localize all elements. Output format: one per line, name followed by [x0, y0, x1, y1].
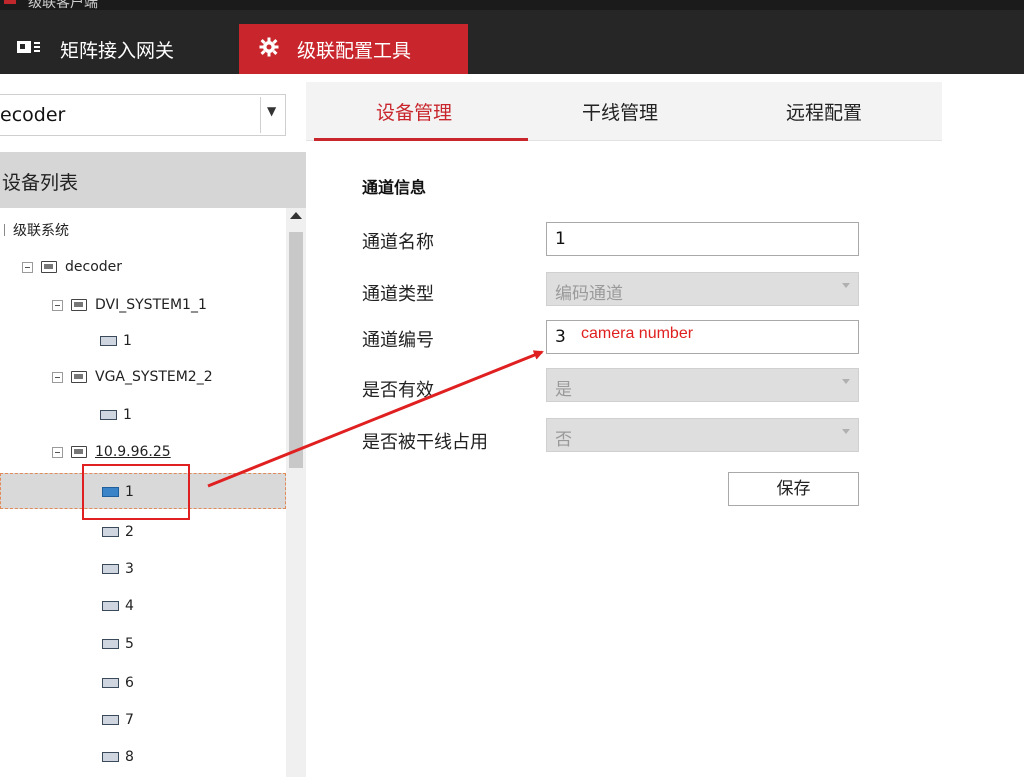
device-list-title: 设备列表: [2, 172, 79, 194]
tree-node-ipc-channel-5[interactable]: 5: [102, 633, 134, 655]
trunk-occupied-label: 是否被干线占用: [362, 432, 488, 453]
gear-icon: [259, 37, 279, 62]
tree-node-label: DVI_SYSTEM1_1: [95, 297, 207, 313]
channel-type-value: 编码通道: [555, 284, 623, 304]
channel-name-value: 1: [555, 229, 566, 249]
monitor-icon: [71, 371, 87, 383]
scroll-up-icon[interactable]: [290, 212, 302, 219]
chevron-down-icon: [842, 429, 850, 434]
select-divider: [260, 97, 261, 133]
nav-tab-matrix-gateway[interactable]: 矩阵接入网关: [8, 24, 230, 74]
tree-node-label: decoder: [65, 259, 123, 275]
valid-select: 是: [546, 368, 859, 402]
tree-node-ipc-channel-2[interactable]: 2: [102, 521, 134, 543]
tab-device-management[interactable]: 设备管理: [376, 98, 452, 125]
save-button[interactable]: 保存: [728, 472, 859, 506]
channel-type-select: 编码通道: [546, 272, 859, 306]
channel-icon: [102, 678, 119, 688]
window-title: 级联客户端: [28, 0, 98, 10]
collapse-icon[interactable]: [52, 299, 63, 311]
tab-remote-config[interactable]: 远程配置: [786, 98, 862, 125]
monitor-icon: [71, 299, 87, 311]
tree-node-label: 5: [125, 636, 134, 652]
collapse-icon[interactable]: [52, 371, 63, 383]
tree-scrollbar[interactable]: [286, 208, 306, 777]
channel-number-value: 3: [555, 327, 566, 347]
tree-line-icon: [4, 224, 5, 236]
tree-node-label: 6: [125, 675, 134, 691]
nav-tab-label: 矩阵接入网关: [60, 39, 175, 62]
channel-name-input[interactable]: 1: [546, 222, 859, 256]
tab-bar: 设备管理 干线管理 远程配置: [306, 82, 942, 141]
tree-node-ipc-channel-7[interactable]: 7: [102, 709, 134, 731]
top-navigation: 矩阵接入网关 级联配置工具: [0, 10, 1024, 74]
nav-tab-cascade-config[interactable]: 级联配置工具: [239, 24, 468, 74]
tree-node-label: 7: [125, 712, 134, 728]
trunk-occupied-select: 否: [546, 418, 859, 452]
device-select-value: ecoder: [0, 104, 66, 126]
scrollbar-thumb[interactable]: [289, 232, 303, 468]
tree-node-label: 8: [125, 749, 134, 765]
chevron-down-icon: [842, 283, 850, 288]
tree-node-ipc-channel-8[interactable]: 8: [102, 746, 134, 768]
channel-icon: [102, 715, 119, 725]
tree-node-label: 1: [123, 333, 132, 349]
tree-node-vga-channel[interactable]: 1: [100, 404, 132, 426]
tab-trunk-management[interactable]: 干线管理: [582, 98, 658, 125]
camera-number-annotation: camera number: [581, 325, 694, 342]
channel-icon: [102, 527, 119, 537]
ipc-device-icon: [71, 446, 87, 458]
tree-node-ipc[interactable]: 10.9.96.25: [52, 441, 171, 463]
tree-node-label: 2: [125, 524, 134, 540]
tree-node-label: 4: [125, 598, 134, 614]
tree-node-label: 1: [123, 407, 132, 423]
channel-type-label: 通道类型: [362, 284, 434, 305]
collapse-icon[interactable]: [52, 446, 63, 458]
tree-node-ipc-channel-3[interactable]: 3: [102, 558, 134, 580]
decoder-device-icon: [41, 261, 57, 273]
collapse-icon[interactable]: [22, 261, 33, 273]
window-title-bar: 级联客户端: [0, 0, 1024, 10]
tree-node-decoder[interactable]: decoder: [22, 256, 122, 278]
matrix-gateway-icon: [16, 38, 42, 61]
tree-node-ipc-channel-6[interactable]: 6: [102, 672, 134, 694]
valid-label: 是否有效: [362, 380, 434, 401]
tree-node-ipc-channel-4[interactable]: 4: [102, 595, 134, 617]
tree-node-label: 3: [125, 561, 134, 577]
tree-node-root[interactable]: 级联系统: [4, 219, 69, 241]
channel-icon: [102, 601, 119, 611]
section-title: 通道信息: [362, 178, 427, 197]
active-tab-indicator: [314, 138, 528, 141]
annotation-highlight-box: [82, 464, 190, 520]
channel-icon: [102, 752, 119, 762]
channel-name-label: 通道名称: [362, 232, 434, 253]
tree-node-label: VGA_SYSTEM2_2: [95, 369, 213, 385]
channel-icon: [102, 639, 119, 649]
tree-node-vga-system[interactable]: VGA_SYSTEM2_2: [52, 366, 213, 388]
nav-tab-label: 级联配置工具: [297, 39, 412, 62]
channel-number-input[interactable]: 3 camera number: [546, 320, 859, 354]
channel-icon: [100, 410, 117, 420]
device-list-header: 设备列表: [0, 152, 306, 208]
channel-icon: [102, 564, 119, 574]
valid-value: 是: [555, 380, 572, 400]
chevron-down-icon[interactable]: ▼: [267, 104, 276, 118]
trunk-occupied-value: 否: [555, 430, 572, 450]
chevron-down-icon: [842, 379, 850, 384]
tree-node-dvi-channel[interactable]: 1: [100, 330, 132, 352]
channel-number-label: 通道编号: [362, 330, 434, 351]
tree-node-label: 10.9.96.25: [95, 444, 171, 460]
tree-node-label: 级联系统: [13, 223, 69, 239]
device-select[interactable]: ecoder ▼: [0, 94, 286, 136]
channel-icon: [100, 336, 117, 346]
app-logo-icon: [4, 0, 16, 4]
tree-node-dvi-system[interactable]: DVI_SYSTEM1_1: [52, 294, 207, 316]
